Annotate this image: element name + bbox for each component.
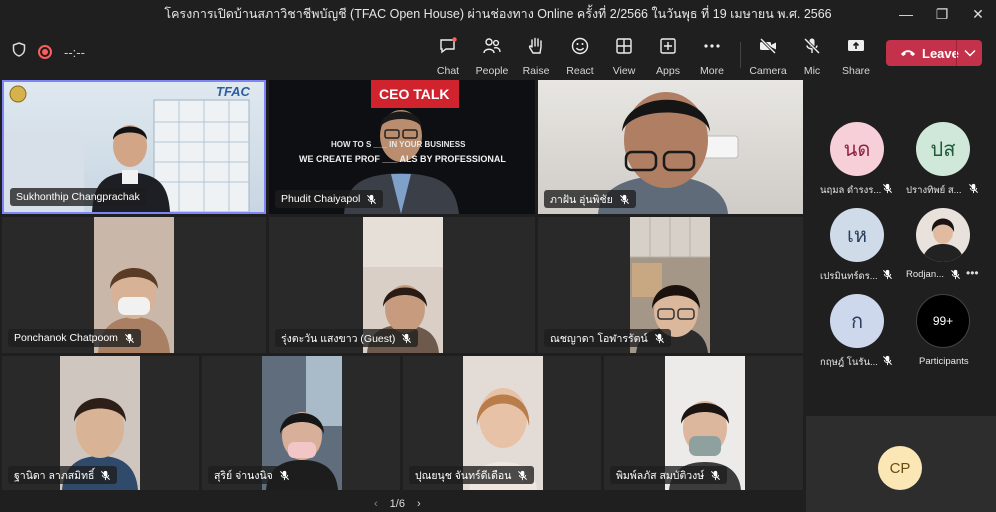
chat-button[interactable]: Chat [426, 36, 470, 77]
avatar[interactable]: ปส [916, 122, 970, 176]
participant-name-tag: Sukhonthip Changprachak [10, 188, 146, 206]
meeting-timer: --:-- [64, 44, 85, 60]
mic-off-icon [100, 470, 111, 481]
meeting-title: โครงการเปิดบ้านสภาวิชาชีพบัญชี (TFAC Ope… [164, 7, 832, 21]
avatar-name: กฤษฎ์ โนรัน... [820, 357, 878, 368]
video-tile[interactable]: Ponchanok Chatpoom [2, 217, 266, 353]
chevron-right-icon[interactable]: › [417, 498, 421, 510]
avatar-name: Rodjan... [906, 269, 945, 280]
more-dots-icon [702, 36, 722, 61]
avatar[interactable]: เห [830, 208, 884, 262]
participant-name-tag: ณชญาดา โอฬารรัตน์ [544, 329, 671, 347]
video-tile[interactable]: TFAC Sukhonthip Changprachak [2, 80, 266, 214]
meeting-status: --:-- [12, 42, 85, 62]
mic-off-icon [124, 333, 135, 344]
more-button[interactable]: More [690, 36, 734, 77]
avatar-name: ปรางทิพย์ ส... [906, 185, 962, 196]
video-tile[interactable]: CEO TALK HOW TO S ___ IN YOUR BUSINESS W… [269, 80, 535, 214]
leave-button[interactable]: Leave [886, 40, 982, 66]
banner-text: HOW TO S ___ IN YOUR BUSINESS [331, 140, 466, 149]
mic-off-icon [654, 333, 665, 344]
smiley-icon [570, 36, 590, 61]
leave-label: Leave [922, 45, 959, 61]
mic-off-icon [366, 194, 377, 205]
more-options-icon[interactable]: ••• [966, 266, 979, 280]
recording-icon [38, 45, 52, 59]
grid-icon [614, 36, 634, 61]
avatar-name: นฤมล ดำรงร... [820, 185, 882, 196]
video-tile[interactable]: ฐานิดา ลาภสมิทธิ์ [2, 356, 199, 490]
avatar-name: เปรมินทร์ดร... [820, 271, 878, 282]
participants-label: Participants [919, 356, 969, 367]
mic-off-icon [619, 194, 630, 205]
profile-photo [922, 218, 964, 262]
page-indicator: 1/6 [389, 498, 405, 510]
mic-off-icon [968, 183, 979, 194]
share-button[interactable]: Share [834, 36, 878, 77]
toolbar-divider [740, 42, 741, 68]
video-tile[interactable]: ภาฝัน อุ่นพิชัย [538, 80, 803, 214]
ceo-talk-logo: CEO TALK [379, 86, 450, 102]
leave-main[interactable]: Leave [886, 45, 959, 61]
participant-name-tag: ภาฝัน อุ่นพิชัย [544, 190, 636, 208]
participant-name-tag: ฐานิดา ลาภสมิทธิ์ [8, 466, 118, 484]
mic-off-icon [882, 269, 893, 280]
mic-off-icon [517, 470, 528, 481]
participants-overflow-button[interactable]: 99+ [916, 294, 970, 348]
participant-name-tag: Phudit Chaiyapol [275, 190, 384, 208]
maximize-icon[interactable]: ❐ [924, 0, 960, 28]
video-tile[interactable]: สุริย์ จ่านงนิจ [202, 356, 400, 490]
apps-icon [658, 36, 678, 61]
mic-off-icon [882, 183, 893, 194]
participant-name-tag: สุริย์ จ่านงนิจ [208, 466, 296, 484]
avatar[interactable] [916, 208, 970, 262]
mic-button[interactable]: Mic [790, 36, 834, 77]
participant-name-tag: ปุณยนุช จันทร์ดีเดือน [409, 466, 535, 484]
mic-off-icon [802, 36, 822, 61]
banner-text: WE CREATE PROF ___ ALS BY PROFESSIONAL [299, 154, 506, 164]
hand-icon [526, 36, 546, 61]
avatar[interactable]: ก [830, 294, 884, 348]
chevron-down-icon[interactable] [957, 49, 982, 57]
phone-hangup-icon [900, 46, 916, 61]
mic-off-icon [882, 355, 893, 366]
share-screen-icon [846, 36, 866, 61]
tfac-logo: TFAC [216, 84, 250, 99]
react-button[interactable]: React [558, 36, 602, 77]
participant-name-tag: Ponchanok Chatpoom [8, 329, 141, 347]
mic-off-icon [710, 470, 721, 481]
self-avatar: CP [878, 446, 922, 490]
mic-off-icon [401, 333, 412, 344]
camera-off-icon [758, 36, 778, 61]
window-title-bar: โครงการเปิดบ้านสภาวิชาชีพบัญชี (TFAC Ope… [0, 0, 996, 28]
avatar[interactable]: นด [830, 122, 884, 176]
video-tile[interactable]: พิมพ์ลภัส สมบัติวงษ์ [604, 356, 803, 490]
gallery-pager: ‹ 1/6 › [374, 498, 421, 510]
minimize-icon[interactable]: — [888, 0, 924, 28]
close-icon[interactable]: ✕ [960, 0, 996, 28]
mic-off-icon [279, 470, 290, 481]
apps-button[interactable]: Apps [646, 36, 690, 77]
meeting-toolbar: --:-- Chat People Raise React View Apps … [0, 28, 996, 77]
mic-off-icon [950, 269, 961, 280]
chevron-left-icon[interactable]: ‹ [374, 498, 378, 510]
participant-name-tag: รุ่งตะวัน แสงขาว (Guest) [275, 329, 419, 347]
chat-icon [438, 36, 458, 61]
video-tile[interactable]: ณชญาดา โอฬารรัตน์ [538, 217, 803, 353]
video-tile[interactable]: ปุณยนุช จันทร์ดีเดือน [403, 356, 601, 490]
people-button[interactable]: People [470, 36, 514, 77]
participant-name-tag: พิมพ์ลภัส สมบัติวงษ์ [610, 466, 728, 484]
shield-icon [12, 42, 26, 62]
camera-button[interactable]: Camera [746, 36, 790, 77]
window-controls: — ❐ ✕ [888, 0, 996, 28]
video-tile[interactable]: รุ่งตะวัน แสงขาว (Guest) [269, 217, 535, 353]
people-icon [482, 36, 502, 61]
view-button[interactable]: View [602, 36, 646, 77]
raise-hand-button[interactable]: Raise [514, 36, 558, 77]
